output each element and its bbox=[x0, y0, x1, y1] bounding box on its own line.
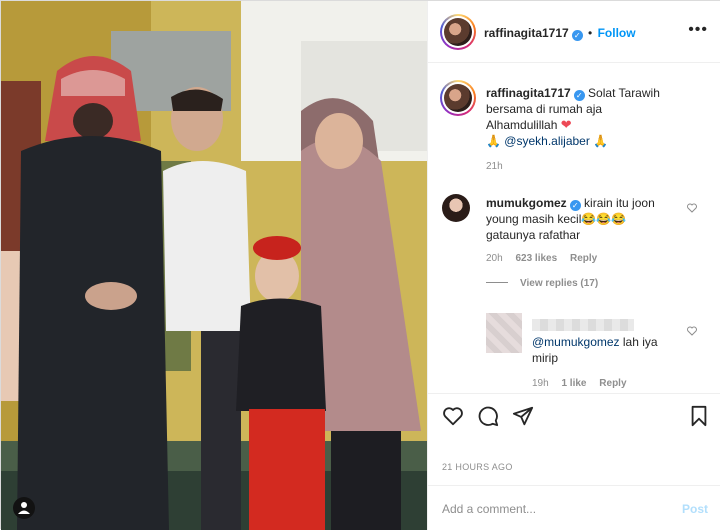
comment-text: gataunya rafathar bbox=[486, 228, 581, 242]
blurred-username bbox=[532, 319, 634, 331]
comment-line-2: young masih kecil😂😂😂 bbox=[486, 211, 686, 227]
caption-line-3: Alhamdulillah ❤ bbox=[486, 117, 712, 133]
person-icon bbox=[18, 502, 30, 514]
post-sidebar: raffinagita1717 ✓ • Follow ••• raffinagit… bbox=[427, 1, 720, 530]
post-photo-illustration bbox=[1, 1, 427, 530]
view-replies-label: View replies (17) bbox=[520, 278, 599, 289]
share-icon[interactable] bbox=[512, 405, 534, 427]
reply-likes[interactable]: 1 like bbox=[561, 378, 586, 389]
heart-icon[interactable] bbox=[442, 405, 464, 427]
verified-badge-icon: ✓ bbox=[573, 90, 585, 101]
caption-line-1: raffinagita1717 ✓ Solat Tarawih bbox=[486, 85, 712, 101]
comment-text: kirain itu joon bbox=[584, 196, 655, 210]
add-comment-input[interactable]: Add a comment... bbox=[442, 502, 536, 516]
caption-author-avatar[interactable] bbox=[440, 80, 476, 116]
verified-badge-icon: ✓ bbox=[571, 30, 583, 41]
reply-meta: 19h 1 like Reply bbox=[532, 378, 692, 389]
author-username[interactable]: raffinagita1717 bbox=[484, 26, 569, 40]
comment-age: 20h bbox=[486, 253, 503, 264]
caption-line-4: 🙏 @syekh.alijaber 🙏 bbox=[486, 133, 712, 149]
comment-icon[interactable] bbox=[477, 405, 499, 427]
post-photo[interactable] bbox=[1, 1, 427, 530]
bookmark-icon[interactable] bbox=[688, 405, 710, 427]
praying-hands-emoji-icon: 🙏 bbox=[486, 134, 501, 148]
verified-badge-icon: ✓ bbox=[569, 200, 581, 211]
reply-text: lah iya bbox=[622, 335, 658, 349]
comment-text: young masih kecil bbox=[486, 212, 582, 226]
red-heart-emoji-icon: ❤ bbox=[560, 117, 572, 132]
reply-button[interactable]: Reply bbox=[599, 378, 626, 389]
post-timestamp[interactable]: 21 HOURS AGO bbox=[442, 462, 513, 472]
add-comment-bar: Add a comment... Post bbox=[428, 485, 720, 530]
author-avatar[interactable] bbox=[440, 14, 476, 50]
praying-hands-emoji-icon: 🙏 bbox=[593, 134, 609, 148]
follow-button[interactable]: Follow bbox=[598, 26, 636, 40]
post-comment-button[interactable]: Post bbox=[682, 502, 708, 516]
view-replies-button[interactable]: View replies (17) bbox=[486, 278, 686, 289]
reply-mention[interactable]: @mumukgomez bbox=[532, 335, 620, 349]
caption-username[interactable]: raffinagita1717 bbox=[486, 86, 571, 100]
laughing-emoji-icon: 😂😂😂 bbox=[581, 212, 627, 226]
comment-like-heart-icon[interactable] bbox=[687, 203, 697, 213]
commenter-avatar[interactable] bbox=[442, 194, 470, 222]
tagged-user-icon[interactable] bbox=[13, 497, 35, 519]
instagram-post-modal: raffinagita1717 ✓ • Follow ••• raffinagit… bbox=[0, 0, 720, 530]
blurred-avatar[interactable] bbox=[486, 313, 522, 353]
reply-button[interactable]: Reply bbox=[570, 253, 597, 264]
caption-text: Solat Tarawih bbox=[588, 86, 660, 100]
caption-text: bersama di rumah aja bbox=[486, 102, 603, 116]
more-options-icon[interactable]: ••• bbox=[688, 21, 708, 39]
separator-dot: • bbox=[588, 26, 593, 40]
commenter-username[interactable]: mumukgomez bbox=[486, 196, 567, 210]
caption-age: 21h bbox=[486, 161, 503, 172]
post-header: raffinagita1717 ✓ • Follow ••• bbox=[428, 1, 720, 63]
caption-text: Alhamdulillah bbox=[486, 118, 558, 132]
comment-meta: 20h 623 likes Reply bbox=[486, 253, 686, 264]
reply-like-heart-icon[interactable] bbox=[687, 326, 697, 336]
post-actions: 21 HOURS AGO bbox=[428, 393, 720, 493]
reply-text: mirip bbox=[532, 351, 558, 365]
caption-mention[interactable]: @syekh.alijaber bbox=[504, 134, 590, 148]
comment-likes[interactable]: 623 likes bbox=[515, 253, 557, 264]
reply-age: 19h bbox=[532, 378, 549, 389]
